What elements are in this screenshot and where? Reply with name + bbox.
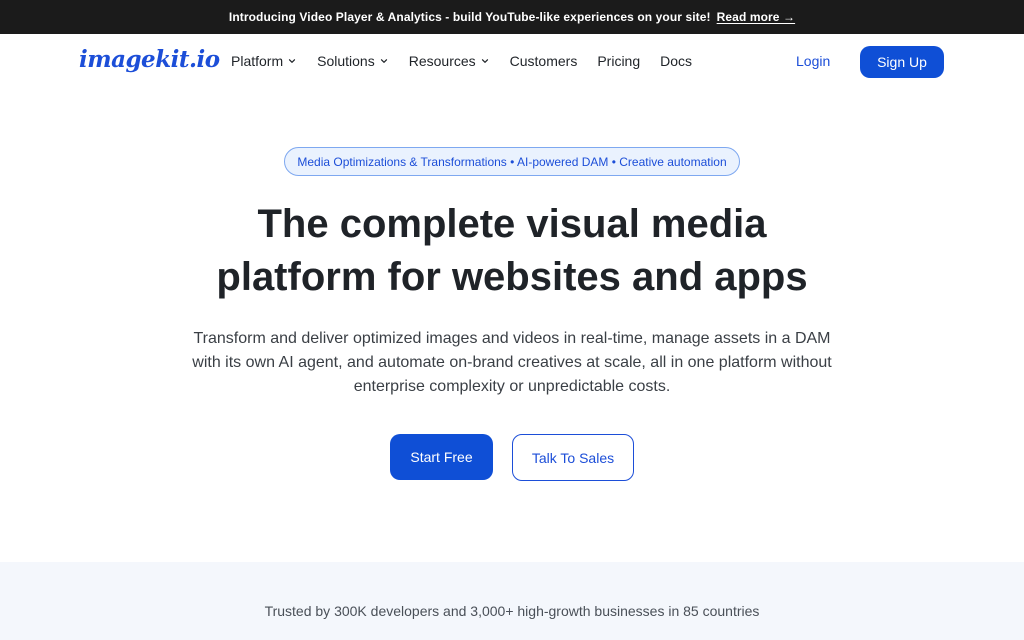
logo[interactable]: imagekit.io bbox=[79, 46, 220, 73]
subtext-line-2: with its own AI agent, and automate on-b… bbox=[192, 354, 832, 371]
nav-item-platform[interactable]: Platform bbox=[231, 53, 297, 69]
sign-up-button[interactable]: Sign Up bbox=[860, 46, 944, 78]
start-free-button[interactable]: Start Free bbox=[390, 434, 493, 480]
trusted-text: Trusted by 300K developers and 3,000+ hi… bbox=[264, 603, 760, 619]
nav-item-customers[interactable]: Customers bbox=[510, 53, 578, 69]
feature-pill-text: Media Optimizations & Transformations • … bbox=[297, 154, 727, 169]
announcement-text: Introducing Video Player & Analytics - b… bbox=[228, 10, 711, 24]
nav-item-label: Customers bbox=[509, 53, 578, 69]
nav-item-solutions[interactable]: Solutions bbox=[317, 53, 389, 69]
trusted-section: Trusted by 300K developers and 3,000+ hi… bbox=[0, 562, 1024, 640]
chevron-down-icon bbox=[379, 56, 389, 66]
nav-menu: Platform Solutions Resources Customers P… bbox=[231, 53, 712, 69]
nav-item-label: Pricing bbox=[597, 53, 641, 69]
nav-item-docs[interactable]: Docs bbox=[660, 53, 692, 69]
login-link[interactable]: Login bbox=[796, 53, 830, 69]
nav-item-label: Platform bbox=[231, 53, 284, 69]
announcement-bar: Introducing Video Player & Analytics - b… bbox=[0, 0, 1024, 34]
headline-line-2: platform for websites and apps bbox=[216, 255, 808, 299]
nav-item-label: Solutions bbox=[317, 53, 375, 69]
subtext-line-1: Transform and deliver optimized images a… bbox=[193, 330, 831, 347]
subtext-line-3: enterprise complexity or unpredictable c… bbox=[353, 378, 671, 395]
feature-pill: Media Optimizations & Transformations • … bbox=[284, 147, 740, 176]
nav-item-pricing[interactable]: Pricing bbox=[597, 53, 640, 69]
hero-headline: The complete visual media platform for w… bbox=[112, 198, 912, 304]
headline-line-1: The complete visual media bbox=[257, 202, 767, 246]
hero-subtext: Transform and deliver optimized images a… bbox=[182, 327, 842, 399]
nav-item-label: Resources bbox=[408, 53, 476, 69]
nav-item-resources[interactable]: Resources bbox=[409, 53, 490, 69]
nav-item-label: Docs bbox=[660, 53, 693, 69]
read-more-link[interactable]: Read more → bbox=[717, 10, 795, 24]
talk-to-sales-button[interactable]: Talk To Sales bbox=[512, 434, 634, 481]
top-navigation: imagekit.io Platform Solutions Resources… bbox=[0, 34, 1024, 90]
chevron-down-icon bbox=[287, 56, 297, 66]
chevron-down-icon bbox=[480, 56, 490, 66]
